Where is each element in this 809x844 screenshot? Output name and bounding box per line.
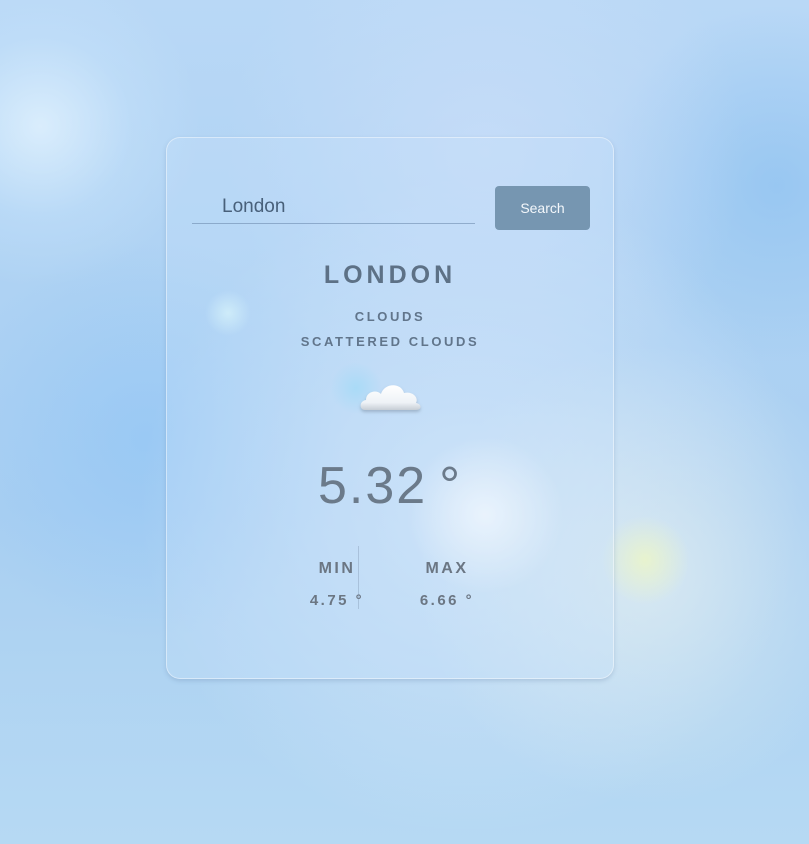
- search-bar: Search: [192, 186, 590, 230]
- weather-condition: CLOUDS: [354, 309, 426, 324]
- min-value: 4.75 °: [309, 592, 365, 609]
- temperature-readout: 5.32 °: [167, 456, 613, 516]
- temperature-unit: °: [439, 457, 462, 515]
- max-value: 6.66 °: [419, 592, 475, 609]
- weather-card: Search LONDON CLOUDS SCATTERED CLOUDS 5.…: [166, 137, 614, 679]
- city-search-input[interactable]: [192, 190, 475, 224]
- min-temperature: MIN 4.75 °: [292, 546, 382, 609]
- city-name: LONDON: [323, 261, 457, 289]
- search-button[interactable]: Search: [495, 186, 590, 230]
- weather-description: SCATTERED CLOUDS: [300, 334, 480, 349]
- min-label: MIN: [318, 560, 356, 577]
- cloud-icon: [357, 376, 427, 418]
- min-max-divider: [358, 546, 359, 609]
- max-temperature: MAX 6.66 °: [402, 546, 492, 609]
- temperature-value: 5.32: [317, 457, 428, 515]
- min-max-panel: MIN 4.75 ° MAX 6.66 °: [292, 546, 492, 611]
- max-label: MAX: [425, 560, 469, 577]
